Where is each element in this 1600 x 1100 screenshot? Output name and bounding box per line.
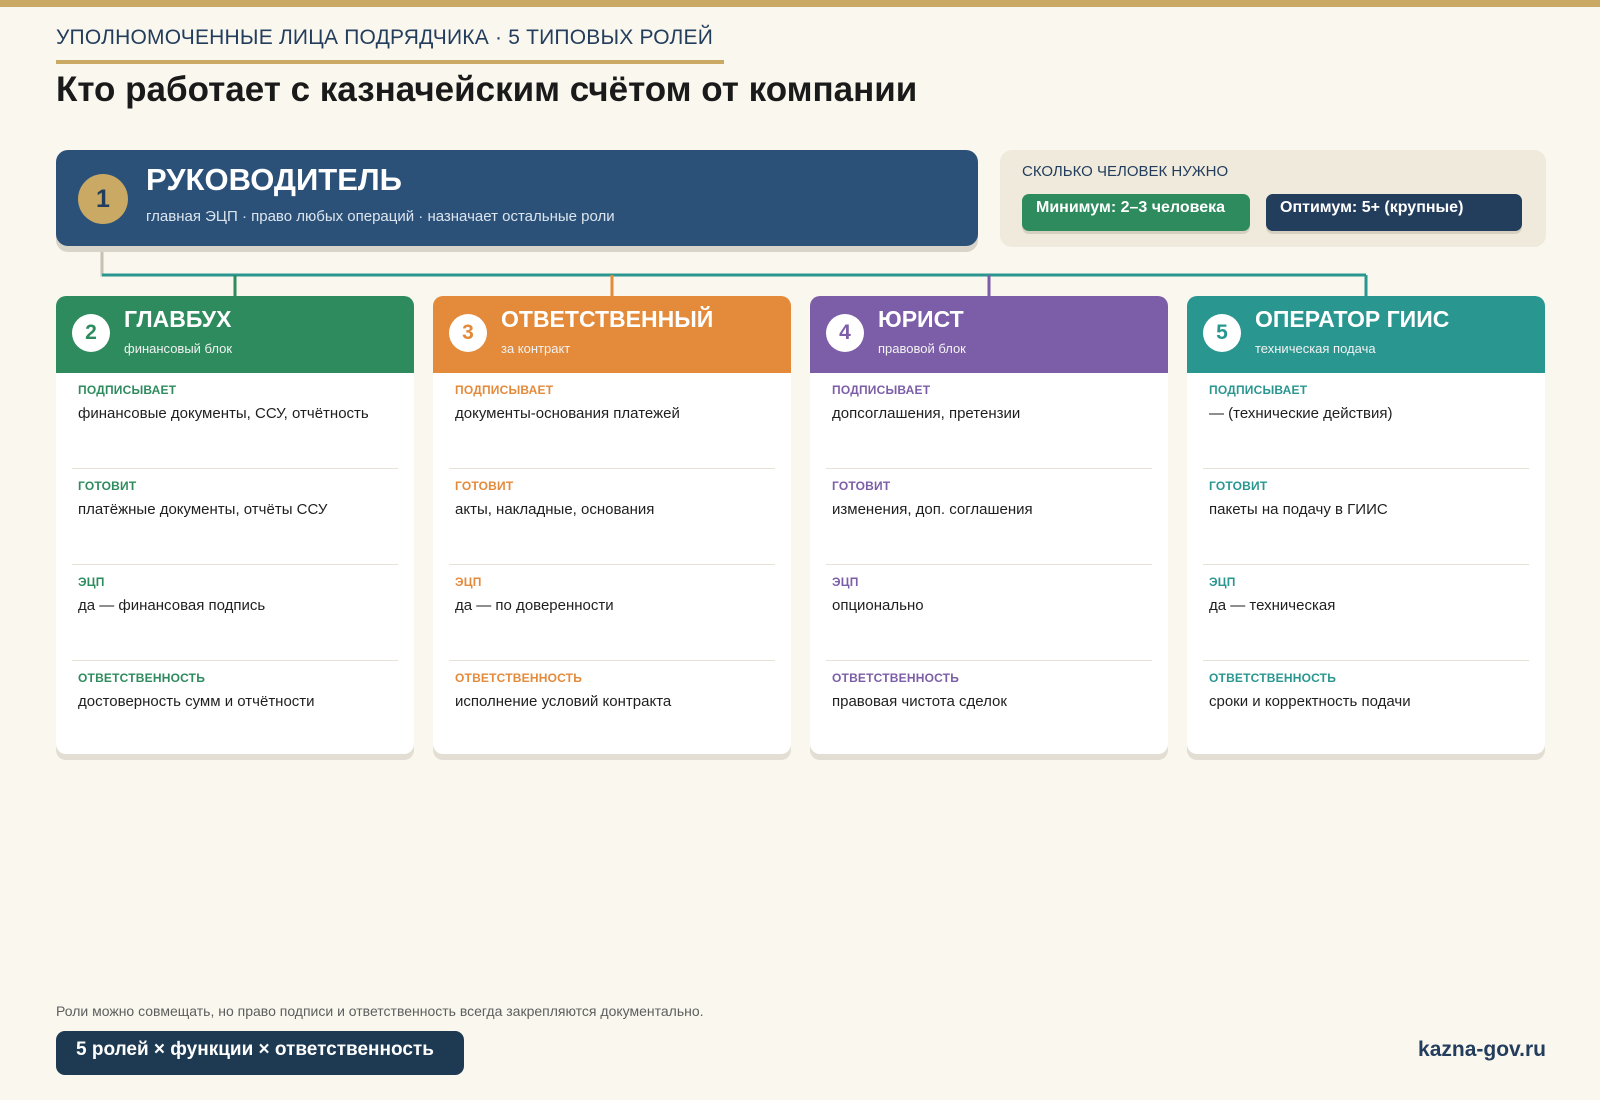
staffing-minimum-chip: Минимум: 2–3 человека bbox=[1022, 194, 1250, 231]
role-row-eds: ЭЦП опционально bbox=[826, 565, 1152, 661]
row-value: правовая чистота сделок bbox=[832, 693, 1007, 710]
row-label: ЭЦП bbox=[78, 575, 105, 589]
role-number-badge: 3 bbox=[449, 314, 487, 352]
role-header: 4 ЮРИСТ правовой блок bbox=[810, 296, 1168, 373]
role-row-prepares: ГОТОВИТ изменения, доп. соглашения bbox=[826, 469, 1152, 565]
role-subtitle: финансовый блок bbox=[124, 341, 233, 356]
row-label: ГОТОВИТ bbox=[455, 479, 514, 493]
role-title: ОТВЕТСТВЕННЫЙ bbox=[501, 306, 714, 332]
eyebrow-underline bbox=[56, 60, 724, 64]
role-row-prepares: ГОТОВИТ платёжные документы, отчёты ССУ bbox=[72, 469, 398, 565]
role-card-lawyer: 4 ЮРИСТ правовой блок ПОДПИСЫВАЕТ допсог… bbox=[810, 296, 1168, 754]
row-label: ГОТОВИТ bbox=[78, 479, 137, 493]
row-label: ГОТОВИТ bbox=[1209, 479, 1268, 493]
page-eyebrow: УПОЛНОМОЧЕННЫЕ ЛИЦА ПОДРЯДЧИКА · 5 ТИПОВ… bbox=[56, 26, 714, 49]
role-card-contract-manager: 3 ОТВЕТСТВЕННЫЙ за контракт ПОДПИСЫВАЕТ … bbox=[433, 296, 791, 754]
leader-number-badge: 1 bbox=[78, 174, 128, 224]
row-label: ПОДПИСЫВАЕТ bbox=[78, 383, 177, 397]
role-row-signs: ПОДПИСЫВАЕТ документы-основания платежей bbox=[449, 373, 775, 469]
row-value: исполнение условий контракта bbox=[455, 693, 672, 710]
staffing-optimum-chip: Оптимум: 5+ (крупные) bbox=[1266, 194, 1522, 231]
row-value: финансовые документы, ССУ, отчётность bbox=[78, 405, 369, 422]
role-subtitle: правовой блок bbox=[878, 341, 966, 356]
row-label: ЭЦП bbox=[1209, 575, 1236, 589]
role-number-badge: 2 bbox=[72, 314, 110, 352]
role-row-responsibility: ОТВЕТСТВЕННОСТЬ достоверность сумм и отч… bbox=[72, 661, 398, 754]
role-row-eds: ЭЦП да — финансовая подпись bbox=[72, 565, 398, 661]
row-value: пакеты на подачу в ГИИС bbox=[1209, 501, 1388, 518]
role-title: ОПЕРАТОР ГИИС bbox=[1255, 306, 1450, 332]
brand-link[interactable]: kazna-gov.ru bbox=[1418, 1038, 1546, 1062]
connector-leader-drop bbox=[100, 246, 235, 277]
row-label: ЭЦП bbox=[455, 575, 482, 589]
role-subtitle: техническая подача bbox=[1255, 341, 1376, 356]
row-value: платёжные документы, отчёты ССУ bbox=[78, 501, 328, 518]
row-label: ГОТОВИТ bbox=[832, 479, 891, 493]
top-accent-bar bbox=[0, 0, 1600, 7]
row-value: опционально bbox=[832, 597, 924, 614]
role-row-eds: ЭЦП да — по доверенности bbox=[449, 565, 775, 661]
row-value: да — финансовая подпись bbox=[78, 597, 266, 614]
role-header: 3 ОТВЕТСТВЕННЫЙ за контракт bbox=[433, 296, 791, 373]
row-label: ЭЦП bbox=[832, 575, 859, 589]
row-label: ПОДПИСЫВАЕТ bbox=[1209, 383, 1308, 397]
row-value: акты, накладные, основания bbox=[455, 501, 655, 518]
row-value: — (технические действия) bbox=[1209, 405, 1393, 422]
role-card-giis-operator: 5 ОПЕРАТОР ГИИС техническая подача ПОДПИ… bbox=[1187, 296, 1545, 754]
role-header: 2 ГЛАВБУХ финансовый блок bbox=[56, 296, 414, 373]
row-value: да — по доверенности bbox=[455, 597, 614, 614]
row-value: документы-основания платежей bbox=[455, 405, 680, 422]
row-label: ОТВЕТСТВЕННОСТЬ bbox=[1209, 671, 1337, 685]
row-label: ОТВЕТСТВЕННОСТЬ bbox=[455, 671, 583, 685]
role-row-responsibility: ОТВЕТСТВЕННОСТЬ исполнение условий контр… bbox=[449, 661, 775, 754]
footer-summary-pill: 5 ролей × функции × ответственность bbox=[56, 1031, 464, 1075]
role-row-eds: ЭЦП да — техническая bbox=[1203, 565, 1529, 661]
role-row-responsibility: ОТВЕТСТВЕННОСТЬ правовая чистота сделок bbox=[826, 661, 1152, 754]
row-value: сроки и корректность подачи bbox=[1209, 693, 1411, 710]
row-label: ПОДПИСЫВАЕТ bbox=[832, 383, 931, 397]
role-row-prepares: ГОТОВИТ акты, накладные, основания bbox=[449, 469, 775, 565]
role-number-badge: 5 bbox=[1203, 314, 1241, 352]
role-row-signs: ПОДПИСЫВАЕТ финансовые документы, ССУ, о… bbox=[72, 373, 398, 469]
row-value: достоверность сумм и отчётности bbox=[78, 693, 315, 710]
row-label: ОТВЕТСТВЕННОСТЬ bbox=[832, 671, 960, 685]
row-value: изменения, доп. соглашения bbox=[832, 501, 1033, 518]
role-row-signs: ПОДПИСЫВАЕТ — (технические действия) bbox=[1203, 373, 1529, 469]
role-title: ГЛАВБУХ bbox=[124, 306, 232, 332]
page-title: Кто работает с казначейским счётом от ко… bbox=[56, 70, 918, 109]
role-card-chief-accountant: 2 ГЛАВБУХ финансовый блок ПОДПИСЫВАЕТ фи… bbox=[56, 296, 414, 754]
leader-title: РУКОВОДИТЕЛЬ bbox=[146, 162, 402, 197]
footer-note: Роли можно совмещать, но право подписи и… bbox=[56, 1003, 704, 1019]
staffing-panel: СКОЛЬКО ЧЕЛОВЕК НУЖНО Минимум: 2–3 челов… bbox=[1000, 150, 1546, 247]
role-header: 5 ОПЕРАТОР ГИИС техническая подача bbox=[1187, 296, 1545, 373]
leader-card: 1 РУКОВОДИТЕЛЬ главная ЭЦП · право любых… bbox=[56, 150, 978, 246]
role-number-badge: 4 bbox=[826, 314, 864, 352]
role-row-responsibility: ОТВЕТСТВЕННОСТЬ сроки и корректность под… bbox=[1203, 661, 1529, 754]
role-subtitle: за контракт bbox=[501, 341, 571, 356]
staffing-title: СКОЛЬКО ЧЕЛОВЕК НУЖНО bbox=[1022, 163, 1229, 180]
row-value: допсоглашения, претензии bbox=[832, 405, 1021, 422]
row-label: ОТВЕТСТВЕННОСТЬ bbox=[78, 671, 206, 685]
role-row-signs: ПОДПИСЫВАЕТ допсоглашения, претензии bbox=[826, 373, 1152, 469]
leader-subtitle: главная ЭЦП · право любых операций · наз… bbox=[146, 208, 615, 225]
role-row-prepares: ГОТОВИТ пакеты на подачу в ГИИС bbox=[1203, 469, 1529, 565]
row-label: ПОДПИСЫВАЕТ bbox=[455, 383, 554, 397]
row-value: да — техническая bbox=[1209, 597, 1336, 614]
role-title: ЮРИСТ bbox=[878, 306, 964, 332]
